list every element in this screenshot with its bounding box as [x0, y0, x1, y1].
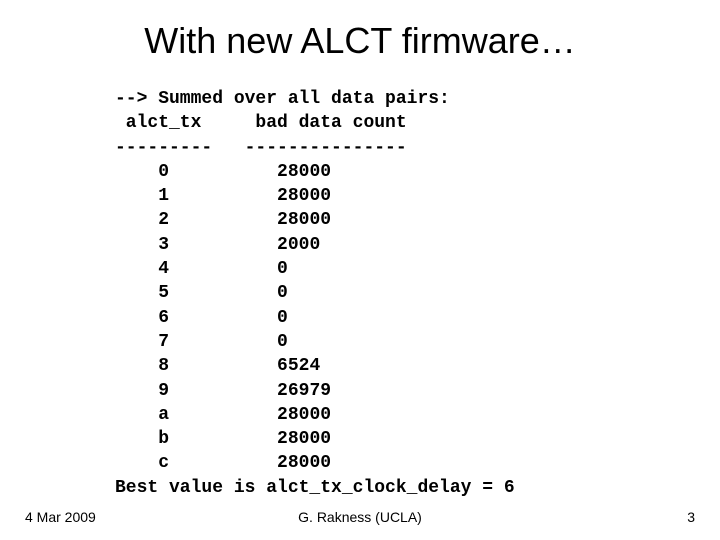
table-row: 2	[115, 210, 169, 230]
footer-author: G. Rakness (UCLA)	[298, 509, 422, 525]
footer: 4 Mar 2009 G. Rakness (UCLA) 3	[0, 509, 720, 525]
table-row: 0	[169, 259, 288, 279]
table-row: 7	[115, 332, 169, 352]
table-row: 2000	[169, 235, 320, 255]
table-row: c	[115, 453, 169, 473]
table-row: 28000	[169, 210, 331, 230]
table-row: 0	[169, 332, 288, 352]
page-title: With new ALCT firmware…	[0, 0, 720, 62]
best-value-line: Best value is alct_tx_clock_delay = 6	[115, 478, 515, 498]
table-row: 28000	[169, 186, 331, 206]
table-row: a	[115, 405, 169, 425]
table-row: 6524	[169, 356, 320, 376]
table-row: 6	[115, 308, 169, 328]
table-row: b	[115, 429, 169, 449]
table-row: 4	[115, 259, 169, 279]
header-line: --> Summed over all data pairs:	[115, 89, 450, 109]
table-row: 28000	[169, 453, 331, 473]
table-row: 28000	[169, 162, 331, 182]
table-row: 0	[169, 308, 288, 328]
data-block: --> Summed over all data pairs: alct_tx …	[115, 87, 720, 500]
divider-line: --------- ---------------	[115, 138, 407, 158]
table-row: 28000	[169, 429, 331, 449]
footer-date: 4 Mar 2009	[25, 509, 96, 525]
column-headers: alct_tx bad data count	[115, 113, 407, 133]
table-row: 9	[115, 381, 169, 401]
table-row: 0	[169, 283, 288, 303]
table-row: 28000	[169, 405, 331, 425]
table-row: 3	[115, 235, 169, 255]
table-row: 0	[115, 162, 169, 182]
table-row: 26979	[169, 381, 331, 401]
table-row: 1	[115, 186, 169, 206]
table-row: 8	[115, 356, 169, 376]
footer-page: 3	[687, 509, 695, 525]
table-row: 5	[115, 283, 169, 303]
